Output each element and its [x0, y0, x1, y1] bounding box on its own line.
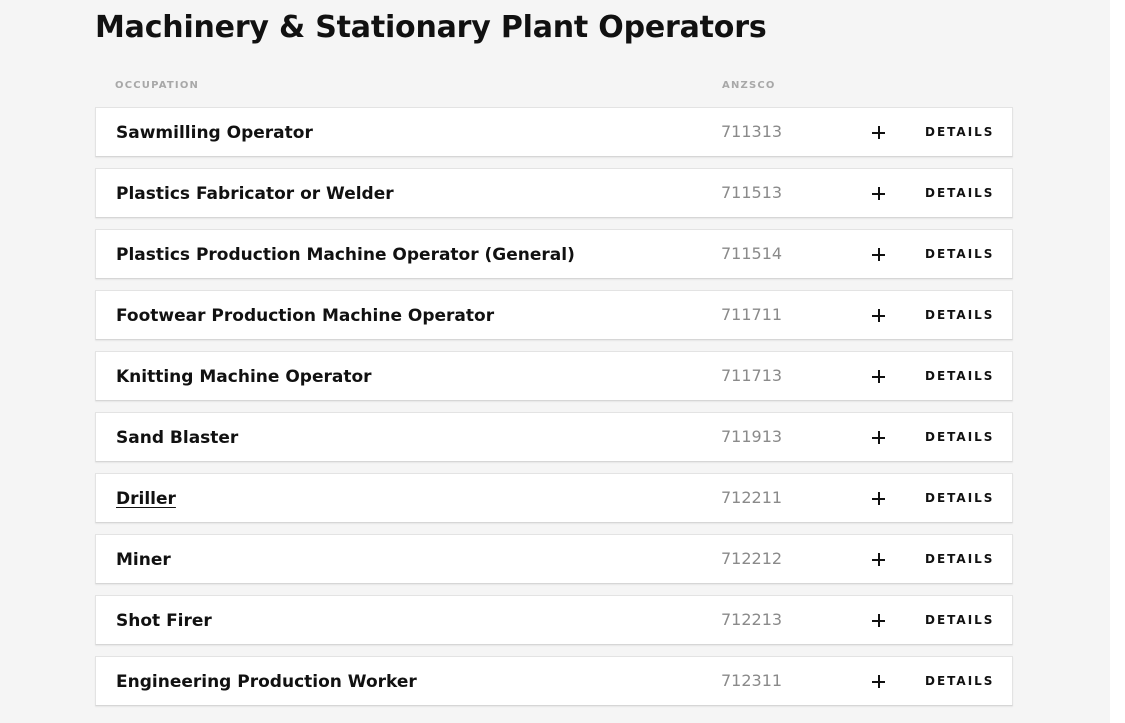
- plus-icon[interactable]: [871, 125, 887, 141]
- anzsco-code: 711711: [721, 305, 783, 324]
- occupation-row[interactable]: Miner 712212 DETAILS: [95, 534, 1013, 584]
- plus-icon[interactable]: [871, 674, 887, 690]
- occupation-name[interactable]: Sawmilling Operator: [116, 108, 313, 158]
- details-button[interactable]: DETAILS: [925, 657, 994, 705]
- column-header-occupation: OCCUPATION: [115, 80, 200, 91]
- anzsco-code: 711713: [721, 366, 783, 385]
- anzsco-code: 711913: [721, 427, 783, 446]
- plus-icon[interactable]: [871, 430, 887, 446]
- occupation-name[interactable]: Miner: [116, 535, 171, 585]
- occupation-name[interactable]: Knitting Machine Operator: [116, 352, 372, 402]
- occupation-row[interactable]: Footwear Production Machine Operator 711…: [95, 290, 1013, 340]
- details-button[interactable]: DETAILS: [925, 108, 994, 156]
- occupation-list: Sawmilling Operator 711313 DETAILS Plast…: [95, 107, 1013, 717]
- details-button[interactable]: DETAILS: [925, 596, 994, 644]
- column-header-anzsco: ANZSCO: [722, 80, 776, 91]
- occupation-row[interactable]: Shot Firer 712213 DETAILS: [95, 595, 1013, 645]
- plus-icon[interactable]: [871, 552, 887, 568]
- content-panel: Machinery & Stationary Plant Operators O…: [0, 0, 1110, 723]
- details-button[interactable]: DETAILS: [925, 535, 994, 583]
- occupation-row[interactable]: Plastics Fabricator or Welder 711513 DET…: [95, 168, 1013, 218]
- occupation-row[interactable]: Plastics Production Machine Operator (Ge…: [95, 229, 1013, 279]
- occupation-row[interactable]: Knitting Machine Operator 711713 DETAILS: [95, 351, 1013, 401]
- plus-icon[interactable]: [871, 491, 887, 507]
- table-header: OCCUPATION ANZSCO: [95, 80, 1013, 94]
- occupation-name[interactable]: Footwear Production Machine Operator: [116, 291, 494, 341]
- plus-icon[interactable]: [871, 186, 887, 202]
- details-button[interactable]: DETAILS: [925, 474, 994, 522]
- occupation-name[interactable]: Plastics Production Machine Operator (Ge…: [116, 230, 575, 280]
- anzsco-code: 712213: [721, 610, 783, 629]
- anzsco-code: 712212: [721, 549, 783, 568]
- plus-icon[interactable]: [871, 247, 887, 263]
- details-button[interactable]: DETAILS: [925, 169, 994, 217]
- occupation-name[interactable]: Engineering Production Worker: [116, 657, 417, 707]
- details-button[interactable]: DETAILS: [925, 230, 994, 278]
- plus-icon[interactable]: [871, 369, 887, 385]
- details-button[interactable]: DETAILS: [925, 352, 994, 400]
- plus-icon[interactable]: [871, 613, 887, 629]
- occupation-row[interactable]: Sand Blaster 711913 DETAILS: [95, 412, 1013, 462]
- occupation-name[interactable]: Driller: [116, 474, 176, 524]
- details-button[interactable]: DETAILS: [925, 413, 994, 461]
- anzsco-code: 711514: [721, 244, 783, 263]
- occupation-name[interactable]: Plastics Fabricator or Welder: [116, 169, 394, 219]
- anzsco-code: 711313: [721, 122, 783, 141]
- page-title: Machinery & Stationary Plant Operators: [95, 10, 767, 45]
- occupation-row[interactable]: Engineering Production Worker 712311 DET…: [95, 656, 1013, 706]
- anzsco-code: 712211: [721, 488, 783, 507]
- occupation-row[interactable]: Driller 712211 DETAILS: [95, 473, 1013, 523]
- details-button[interactable]: DETAILS: [925, 291, 994, 339]
- anzsco-code: 711513: [721, 183, 783, 202]
- anzsco-code: 712311: [721, 671, 783, 690]
- occupation-row[interactable]: Sawmilling Operator 711313 DETAILS: [95, 107, 1013, 157]
- occupation-name[interactable]: Sand Blaster: [116, 413, 238, 463]
- plus-icon[interactable]: [871, 308, 887, 324]
- occupation-name[interactable]: Shot Firer: [116, 596, 212, 646]
